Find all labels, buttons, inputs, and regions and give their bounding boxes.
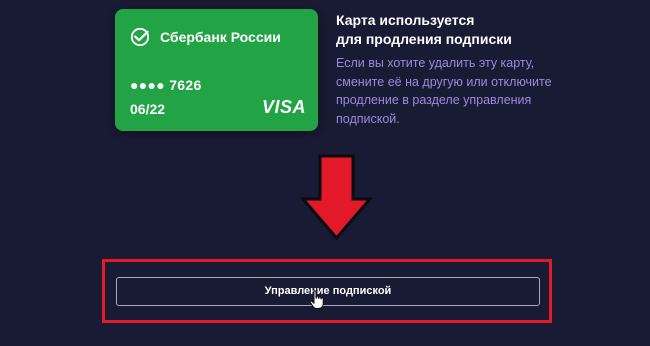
info-title-line-1: Карта используется [336,12,475,28]
card-brand-logo: VISA [262,97,307,117]
hand-pointer-icon [309,290,324,309]
info-description: Если вы хотите удалить эту карту, сменит… [336,56,552,126]
sberbank-logo-icon [130,27,150,47]
card-number: ●●●● 7626 [130,77,202,93]
red-down-arrow-icon [299,154,374,241]
card-usage-info: Карта используется для продления подписк… [336,11,576,128]
subscription-card-panel: Сбербанк России ●●●● 7626 06/22 VISA Кар… [0,0,650,346]
info-title-line-2: для продления подписки [336,31,512,47]
card-bank-name: Сбербанк России [160,29,281,45]
manage-subscription-button[interactable]: Управление подпиской [116,277,540,306]
bank-card: Сбербанк России ●●●● 7626 06/22 VISA [115,9,318,131]
info-title: Карта используется для продления подписк… [336,11,576,49]
card-expiry: 06/22 [130,101,166,117]
